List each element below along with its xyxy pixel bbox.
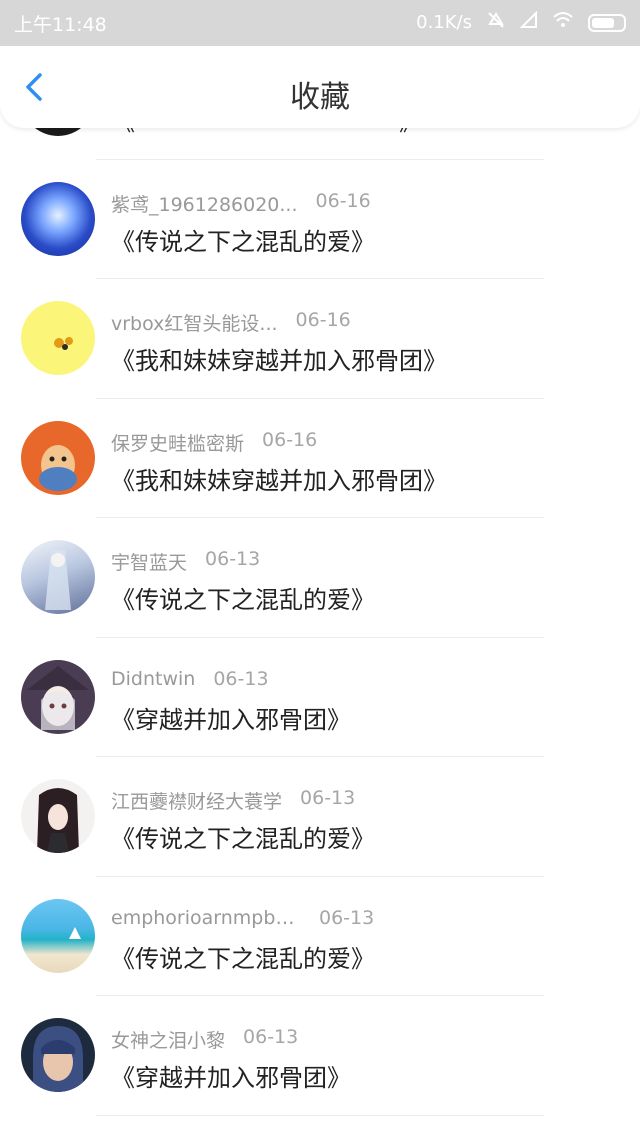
favorites-list: 《 》 紫鸢_1961286020... 06-16 《传说之下之混乱的爱》 v…	[0, 40, 640, 1116]
book-title[interactable]: 《我和妹妹穿越并加入邪骨团》	[111, 461, 447, 496]
username: Didntwin	[111, 667, 196, 690]
list-item[interactable]: 宇智蓝天 06-13 《传说之下之混乱的爱》	[0, 518, 640, 638]
status-time: 上午11:48	[14, 14, 107, 36]
signal-icon	[519, 10, 538, 34]
status-bar: 上午11:48 0.1K/s	[0, 0, 640, 46]
date: 06-16	[295, 309, 351, 331]
list-item[interactable]: emphorioarnmpby... 06-13 《传说之下之混乱的爱》	[0, 877, 640, 997]
date: 06-13	[300, 787, 356, 809]
avatar	[21, 659, 95, 734]
avatar	[21, 540, 95, 614]
list-item[interactable]: 紫鸢_1961286020... 06-16 《传说之下之混乱的爱》	[0, 160, 640, 280]
book-title[interactable]: 《传说之下之混乱的爱》	[111, 939, 375, 974]
status-indicators: 0.1K/s	[416, 10, 626, 35]
book-title[interactable]: 《传说之下之混乱的爱》	[111, 580, 375, 615]
avatar	[21, 779, 95, 853]
username: 宇智蓝天	[111, 552, 188, 574]
battery-icon	[588, 13, 626, 32]
list-item[interactable]: 女神之泪小黎 06-13 《穿越并加入邪骨团》	[0, 996, 640, 1116]
username: 紫鸢_1961286020...	[111, 193, 298, 216]
avatar	[21, 181, 95, 256]
date: 06-13	[205, 548, 261, 570]
username: emphorioarnmpby...	[111, 906, 301, 929]
nav-bar: 收藏	[0, 46, 640, 128]
list-item[interactable]: vrbox红智头能设... 06-16 《我和妹妹穿越并加入邪骨团》	[0, 279, 640, 399]
page-title: 收藏	[290, 80, 350, 115]
book-title[interactable]: 《我和妹妹穿越并加入邪骨团》	[111, 341, 447, 376]
date: 06-16	[262, 428, 318, 451]
list-item[interactable]: 保罗史畦槛密斯 06-16 《我和妹妹穿越并加入邪骨团》	[0, 399, 640, 519]
avatar	[21, 1018, 95, 1092]
wifi-icon	[552, 11, 574, 34]
username: 江西虁襟财经大蓑学	[111, 791, 283, 813]
book-title[interactable]: 《传说之下之混乱的爱》	[111, 819, 375, 854]
date: 06-13	[213, 667, 269, 690]
avatar	[21, 420, 95, 495]
book-title[interactable]: 《穿越并加入邪骨团》	[111, 1058, 351, 1093]
username: vrbox红智头能设...	[111, 313, 278, 335]
date: 06-13	[319, 906, 375, 929]
username: 女神之泪小黎	[111, 1030, 226, 1052]
avatar	[21, 898, 95, 973]
book-title[interactable]: 《传说之下之混乱的爱》	[111, 222, 375, 257]
username: 保罗史畦槛密斯	[111, 432, 245, 455]
list-item[interactable]: Didntwin 06-13 《穿越并加入邪骨团》	[0, 638, 640, 758]
mute-icon	[486, 10, 506, 35]
list-item[interactable]: 江西虁襟财经大蓑学 06-13 《传说之下之混乱的爱》	[0, 757, 640, 877]
network-speed: 0.1K/s	[416, 12, 472, 33]
date: 06-16	[315, 189, 371, 212]
date: 06-13	[243, 1026, 299, 1048]
avatar	[21, 301, 95, 375]
book-title[interactable]: 《穿越并加入邪骨团》	[111, 700, 351, 735]
